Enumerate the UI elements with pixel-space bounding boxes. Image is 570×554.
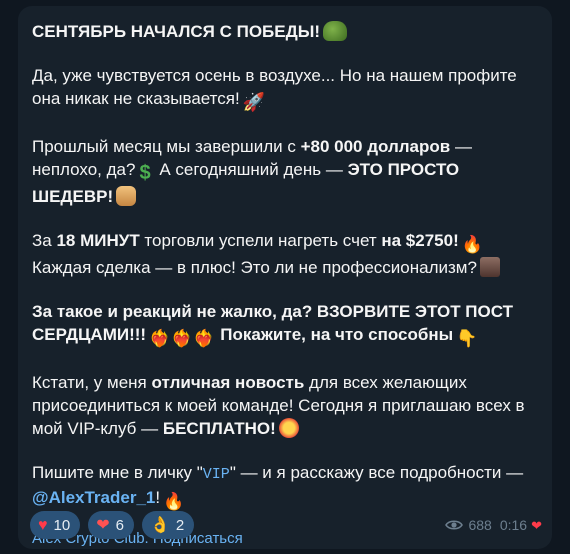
reaction-count: 10 bbox=[53, 516, 71, 534]
own-reaction-heart-icon: ❤ bbox=[531, 517, 542, 533]
post-paragraph-2: Прошлый месяц мы завершили с +80 000 дол… bbox=[32, 137, 472, 206]
pepe-frog-emoji-icon bbox=[323, 21, 348, 41]
point-down-emoji-icon: 👇 bbox=[456, 329, 478, 348]
message-footer: ♥ 10 ❤ 6 👌 2 688 0:16 ❤ bbox=[30, 511, 542, 539]
face-emoji-icon bbox=[479, 257, 500, 277]
reaction-count: 6 bbox=[115, 516, 124, 534]
message-bubble[interactable]: СЕНТЯБРЬ НАЧАЛСЯ С ПОБЕДЫ! Да, уже чувст… bbox=[18, 6, 552, 549]
plus-badge-emoji-icon bbox=[278, 418, 299, 438]
reaction-heart-on-fire[interactable]: ❤ 6 bbox=[88, 511, 134, 539]
heart-on-fire-icon: ❤ bbox=[96, 516, 110, 534]
reaction-ok-hand[interactable]: 👌 2 bbox=[141, 511, 195, 539]
reaction-heart[interactable]: ♥ 10 bbox=[30, 511, 81, 539]
fist-emoji-icon bbox=[116, 186, 137, 206]
post-title: СЕНТЯБРЬ НАЧАЛСЯ С ПОБЕДЫ! bbox=[32, 20, 538, 43]
message-meta: 688 0:16 ❤ bbox=[445, 514, 542, 537]
post-paragraph-6: Пишите мне в личку "VIP" — и я расскажу … bbox=[32, 463, 524, 511]
fire-emoji-icon: 🔥 bbox=[163, 492, 185, 511]
post-paragraph-3: За 18 МИНУТ торговли успели нагреть счет… bbox=[32, 229, 538, 279]
author-mention-link[interactable]: @AlexTrader_1 bbox=[32, 488, 155, 507]
post-paragraph-1: Да, уже чувствуется осень в воздухе... Н… bbox=[32, 66, 517, 112]
ok-hand-icon: 👌 bbox=[149, 516, 170, 534]
heart-icon: ♥ bbox=[38, 516, 48, 534]
post-paragraph-5: Кстати, у меня отличная новость для всех… bbox=[32, 373, 525, 438]
dollar-emoji-icon: $ bbox=[139, 162, 151, 184]
eye-icon bbox=[445, 520, 464, 530]
message-time: 0:16 bbox=[499, 516, 528, 533]
hearts-on-fire-emoji-icon: ❤‍🔥❤‍🔥❤‍🔥 bbox=[149, 329, 216, 348]
reaction-count: 2 bbox=[175, 516, 185, 534]
vip-code[interactable]: VIP bbox=[203, 466, 230, 483]
rocket-emoji-icon: 🚀 bbox=[242, 92, 266, 112]
post-paragraph-4: За такое и реакций не жалко, да? ВЗОРВИТ… bbox=[32, 302, 513, 348]
fire-emoji-icon: 🔥 bbox=[461, 235, 483, 254]
view-count: 688 bbox=[468, 516, 492, 533]
